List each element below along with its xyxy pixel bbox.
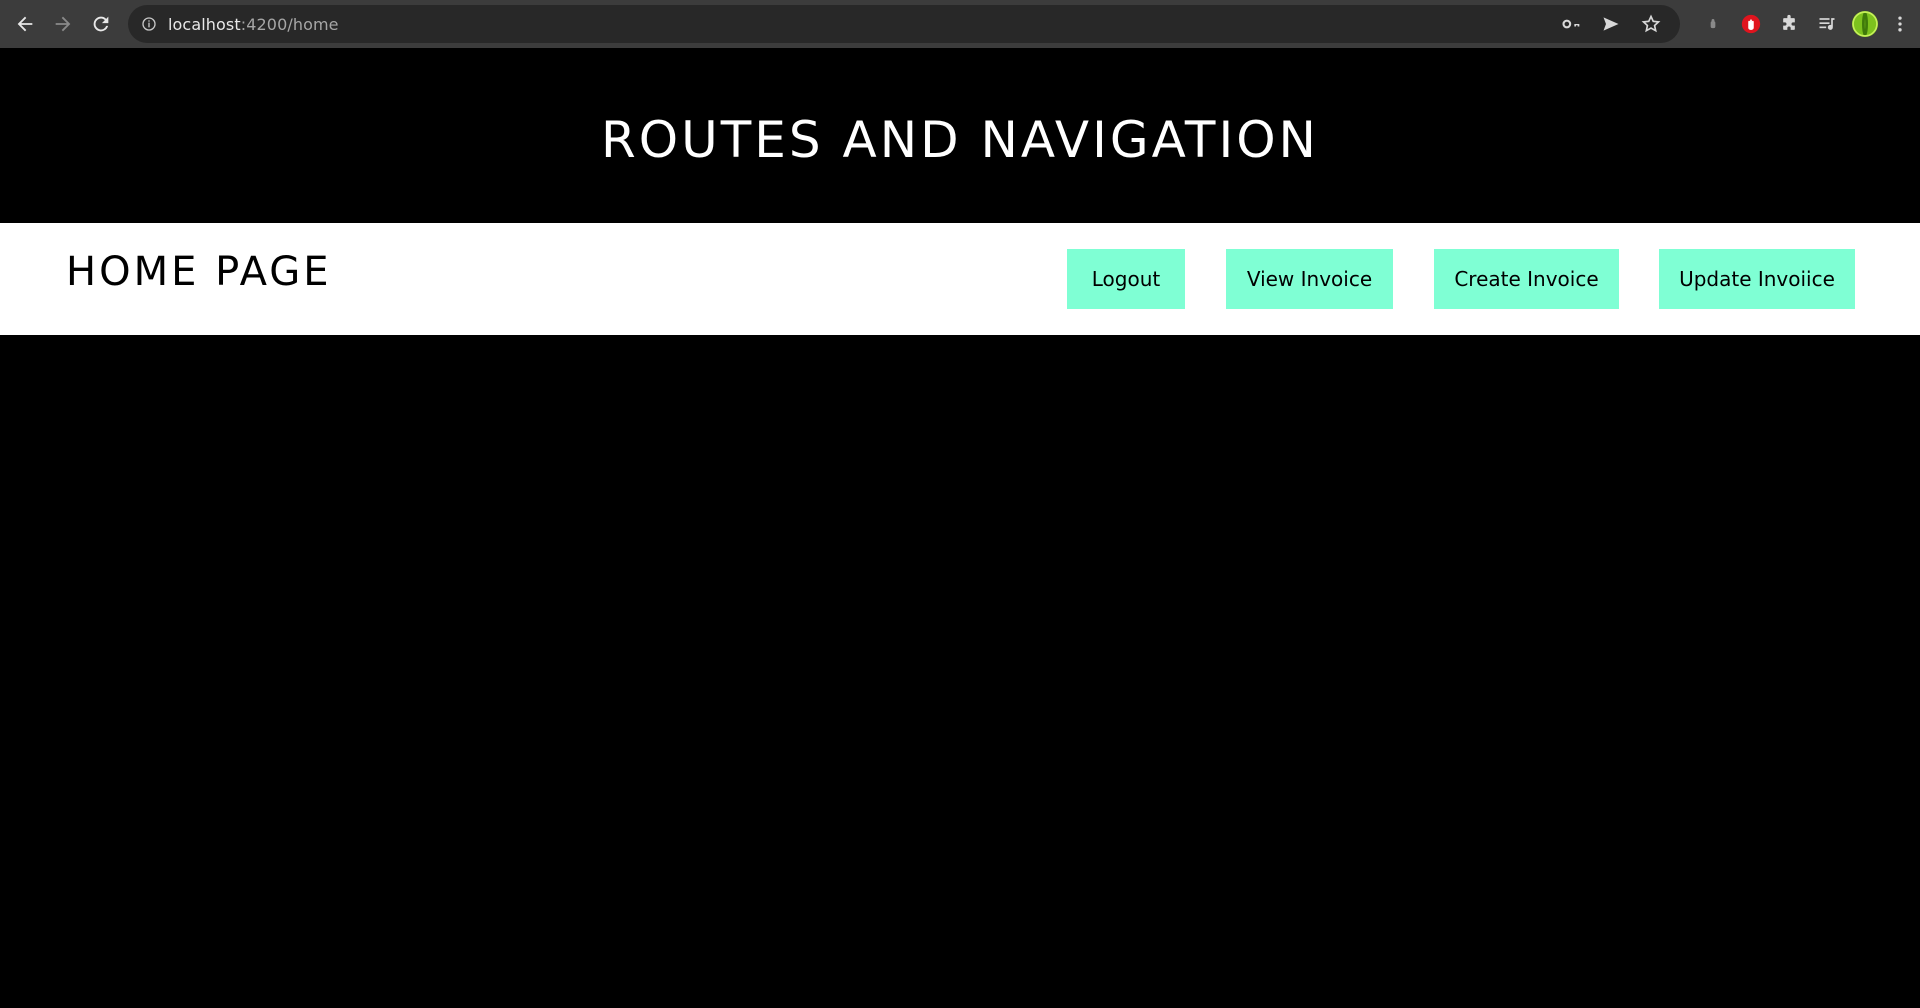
arrow-left-icon [17, 16, 33, 32]
url-path: :4200/home [240, 14, 339, 34]
puzzle-small-icon[interactable] [1694, 5, 1732, 43]
info-icon[interactable] [140, 15, 158, 33]
key-icon[interactable] [1560, 13, 1582, 35]
forward-button[interactable] [44, 5, 82, 43]
reload-button[interactable] [82, 5, 120, 43]
arrow-right-icon [55, 16, 71, 32]
url-text[interactable]: localhost:4200/home [168, 15, 339, 34]
view-invoice-button[interactable]: View Invoice [1226, 249, 1393, 309]
puzzle-icon[interactable] [1770, 5, 1808, 43]
avatar-icon[interactable] [1846, 5, 1884, 43]
update-invoice-button[interactable]: Update Invoiice [1659, 249, 1855, 309]
reload-icon [93, 16, 109, 32]
send-icon[interactable] [1600, 13, 1622, 35]
back-button[interactable] [6, 5, 44, 43]
address-bar[interactable]: localhost:4200/home [128, 5, 1680, 43]
hand-stop-icon[interactable] [1732, 5, 1770, 43]
logout-button[interactable]: Logout [1067, 249, 1185, 309]
kebab-menu-icon[interactable] [1884, 5, 1916, 43]
playlist-icon[interactable] [1808, 5, 1846, 43]
navbar: HOME PAGE Logout View Invoice Create Inv… [0, 223, 1920, 335]
url-host: localhost [168, 14, 241, 34]
site-header: ROUTES AND NAVIGATION [0, 48, 1920, 223]
star-icon[interactable] [1640, 13, 1662, 35]
site-title: ROUTES AND NAVIGATION [601, 110, 1319, 169]
page-viewport: ROUTES AND NAVIGATION HOME PAGE Logout V… [0, 48, 1920, 1008]
browser-toolbar: localhost:4200/home [0, 0, 1920, 48]
create-invoice-button[interactable]: Create Invoice [1434, 249, 1619, 309]
page-title: HOME PAGE [66, 249, 332, 295]
